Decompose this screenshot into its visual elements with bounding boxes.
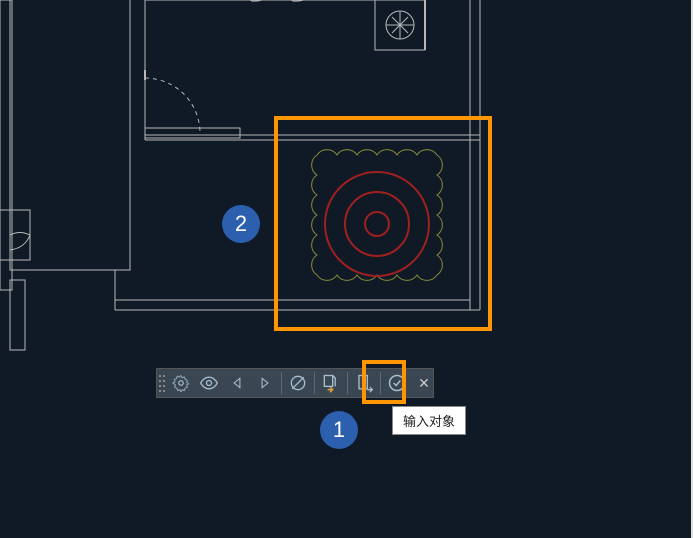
confirm-button[interactable] xyxy=(383,369,411,397)
toolbar-separator xyxy=(281,372,282,394)
callout-badge-1: 1 xyxy=(320,411,358,449)
next-button[interactable] xyxy=(251,369,279,397)
toolbar-separator xyxy=(314,372,315,394)
prev-button[interactable] xyxy=(223,369,251,397)
no-preview-button[interactable] xyxy=(284,369,312,397)
import-object-button[interactable] xyxy=(317,369,345,397)
close-button[interactable]: ✕ xyxy=(415,374,433,392)
callout-badge-2: 2 xyxy=(222,205,260,243)
cad-drawing-canvas[interactable] xyxy=(0,0,693,538)
toolbar-separator xyxy=(380,372,381,394)
toolbar-grip[interactable] xyxy=(157,369,167,397)
export-button[interactable] xyxy=(350,369,378,397)
toolbar-separator xyxy=(347,372,348,394)
tooltip: 输入对象 xyxy=(392,406,466,435)
xref-compare-toolbar: ✕ xyxy=(156,368,434,398)
visibility-button[interactable] xyxy=(195,369,223,397)
selection-highlight xyxy=(274,116,492,331)
settings-button[interactable] xyxy=(167,369,195,397)
